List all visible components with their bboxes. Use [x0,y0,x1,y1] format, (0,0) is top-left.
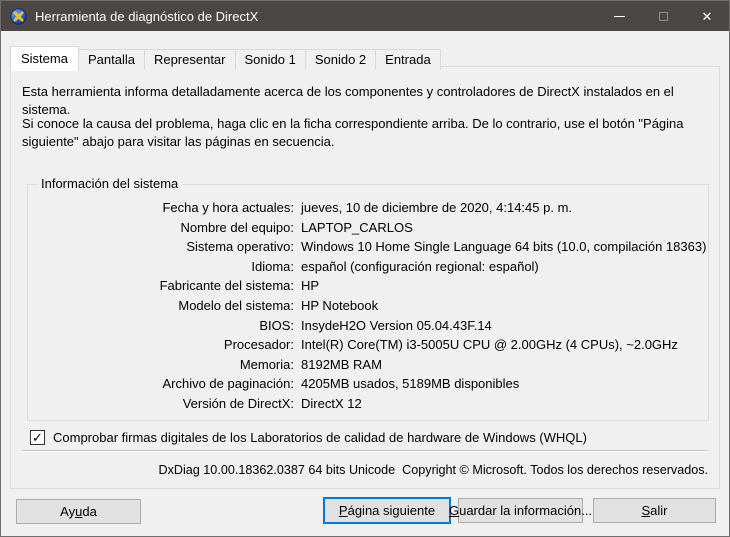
save-information-button-label: Guardar la información... [449,503,592,518]
info-value: HP Notebook [301,296,378,316]
info-row: Nombre del equipo: LAPTOP_CARLOS [28,218,704,238]
info-label: Procesador: [28,335,294,355]
tab-sonido-1[interactable]: Sonido 1 [235,49,306,70]
info-label: Sistema operativo: [28,237,294,257]
info-row: BIOS: InsydeH2O Version 05.04.43F.14 [28,316,704,336]
info-value: jueves, 10 de diciembre de 2020, 4:14:45… [301,198,572,218]
caption-buttons: ✕ [597,1,729,31]
whql-checkbox-label: Comprobar firmas digitales de los Labora… [53,430,587,445]
dxdiag-window: Herramienta de diagnóstico de DirectX ✕ … [0,0,730,537]
info-label: Fabricante del sistema: [28,276,294,296]
maximize-icon [659,12,668,21]
help-button[interactable]: Ayuda [16,499,141,524]
next-page-button[interactable]: Página siguiente [323,497,451,524]
tab-sistema[interactable]: Sistema [10,46,79,71]
directx-icon [10,8,27,25]
system-tab-page: Esta herramienta informa detalladamente … [10,66,720,489]
info-row: Versión de DirectX: DirectX 12 [28,394,704,414]
system-info-rows: Fecha y hora actuales: jueves, 10 de dic… [28,198,704,414]
info-value: Intel(R) Core(TM) i3-5005U CPU @ 2.00GHz… [301,335,678,355]
minimize-icon [614,16,625,17]
info-value: HP [301,276,319,296]
version-status-text: DxDiag 10.00.18362.0387 64 bits Unicode … [159,463,708,477]
info-value: 4205MB usados, 5189MB disponibles [301,374,519,394]
exit-button-label: Salir [641,503,667,518]
checkbox-icon: ✓ [30,430,45,445]
titlebar: Herramienta de diagnóstico de DirectX ✕ [1,1,729,31]
info-row: Fecha y hora actuales: jueves, 10 de dic… [28,198,704,218]
info-value: DirectX 12 [301,394,362,414]
separator-line [22,450,708,452]
help-button-label: Ayuda [60,504,97,519]
save-information-button[interactable]: Guardar la información... [458,498,583,523]
info-label: Archivo de paginación: [28,374,294,394]
info-value: 8192MB RAM [301,355,382,375]
info-value: español (configuración regional: español… [301,257,539,277]
close-icon: ✕ [702,10,713,23]
info-row: Sistema operativo: Windows 10 Home Singl… [28,237,704,257]
tab-representar[interactable]: Representar [144,49,236,70]
info-label: Modelo del sistema: [28,296,294,316]
info-row: Archivo de paginación: 4205MB usados, 51… [28,374,704,394]
info-row: Procesador: Intel(R) Core(TM) i3-5005U C… [28,335,704,355]
maximize-button [641,1,685,31]
intro-paragraph-2: Si conoce la causa del problema, haga cl… [22,115,710,151]
close-button[interactable]: ✕ [685,1,729,31]
system-info-groupbox: Información del sistema Fecha y hora act… [27,184,709,421]
tab-pantalla[interactable]: Pantalla [78,49,145,70]
info-row: Fabricante del sistema: HP [28,276,704,296]
info-label: BIOS: [28,316,294,336]
info-value: InsydeH2O Version 05.04.43F.14 [301,316,492,336]
intro-paragraph-1: Esta herramienta informa detalladamente … [22,83,716,119]
info-row: Memoria: 8192MB RAM [28,355,704,375]
info-label: Fecha y hora actuales: [28,198,294,218]
tab-strip: Sistema Pantalla Representar Sonido 1 So… [10,46,440,70]
info-value: Windows 10 Home Single Language 64 bits … [301,237,706,257]
window-title: Herramienta de diagnóstico de DirectX [35,9,258,24]
info-label: Versión de DirectX: [28,394,294,414]
info-label: Idioma: [28,257,294,277]
tab-sonido-2[interactable]: Sonido 2 [305,49,376,70]
minimize-button[interactable] [597,1,641,31]
info-row: Idioma: español (configuración regional:… [28,257,704,277]
whql-checkbox[interactable]: ✓ Comprobar firmas digitales de los Labo… [30,430,587,445]
exit-button[interactable]: Salir [593,498,716,523]
next-page-button-label: Página siguiente [339,503,435,518]
tab-entrada[interactable]: Entrada [375,49,441,70]
info-row: Modelo del sistema: HP Notebook [28,296,704,316]
info-label: Nombre del equipo: [28,218,294,238]
groupbox-title: Información del sistema [37,176,182,191]
info-label: Memoria: [28,355,294,375]
info-value: LAPTOP_CARLOS [301,218,413,238]
